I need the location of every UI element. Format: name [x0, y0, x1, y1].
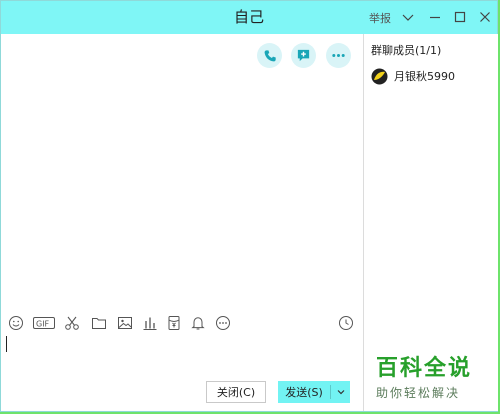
chat-window: 自己 举报 群聊成员(1/1) 月银秋5990 GIF 关闭(C) 发送(S) …: [0, 0, 498, 412]
avatar-icon: [371, 68, 388, 84]
emoji-icon[interactable]: [8, 314, 24, 332]
phone-icon: [264, 49, 276, 61]
members-title: 群聊成员(1/1): [371, 44, 442, 57]
chevron-down-icon[interactable]: [331, 387, 350, 397]
text-caret: [6, 336, 7, 352]
chart-icon[interactable]: [142, 314, 158, 332]
red-envelope-icon[interactable]: [166, 314, 182, 332]
close-button[interactable]: 关闭(C): [206, 381, 266, 403]
minimize-button[interactable]: [427, 9, 443, 25]
watermark: 百科全说 助你轻松解决: [376, 356, 494, 401]
gif-icon[interactable]: GIF: [33, 314, 55, 332]
member-item[interactable]: 月银秋5990: [371, 66, 455, 86]
add-message-icon: [297, 49, 310, 62]
close-window-button[interactable]: [477, 9, 493, 25]
folder-icon[interactable]: [91, 314, 107, 332]
title-bar: 自己 举报: [1, 1, 497, 34]
maximize-button[interactable]: [452, 9, 468, 25]
member-name: 月银秋5990: [394, 70, 455, 83]
watermark-sub: 助你轻松解决: [376, 386, 461, 400]
more-icon[interactable]: [215, 314, 231, 332]
voice-call-button[interactable]: [257, 43, 282, 68]
history-clock-icon[interactable]: [338, 314, 354, 332]
image-icon[interactable]: [117, 314, 133, 332]
more-options-button[interactable]: [326, 43, 351, 68]
message-input[interactable]: [1, 334, 363, 374]
more-icon: [332, 54, 345, 57]
watermark-main: 百科全说: [376, 356, 473, 381]
report-link[interactable]: 举报: [369, 10, 391, 26]
send-button-label: 发送(S): [285, 386, 323, 399]
add-message-button[interactable]: [291, 43, 316, 68]
scissors-icon[interactable]: [64, 314, 80, 332]
window-title: 自己: [233, 8, 264, 26]
send-button[interactable]: 发送(S): [278, 381, 350, 403]
bell-icon[interactable]: [190, 314, 206, 332]
member-panel: 群聊成员(1/1) 月银秋5990: [364, 34, 498, 411]
svg-text:GIF: GIF: [36, 320, 50, 329]
chevron-down-icon[interactable]: [400, 9, 416, 25]
